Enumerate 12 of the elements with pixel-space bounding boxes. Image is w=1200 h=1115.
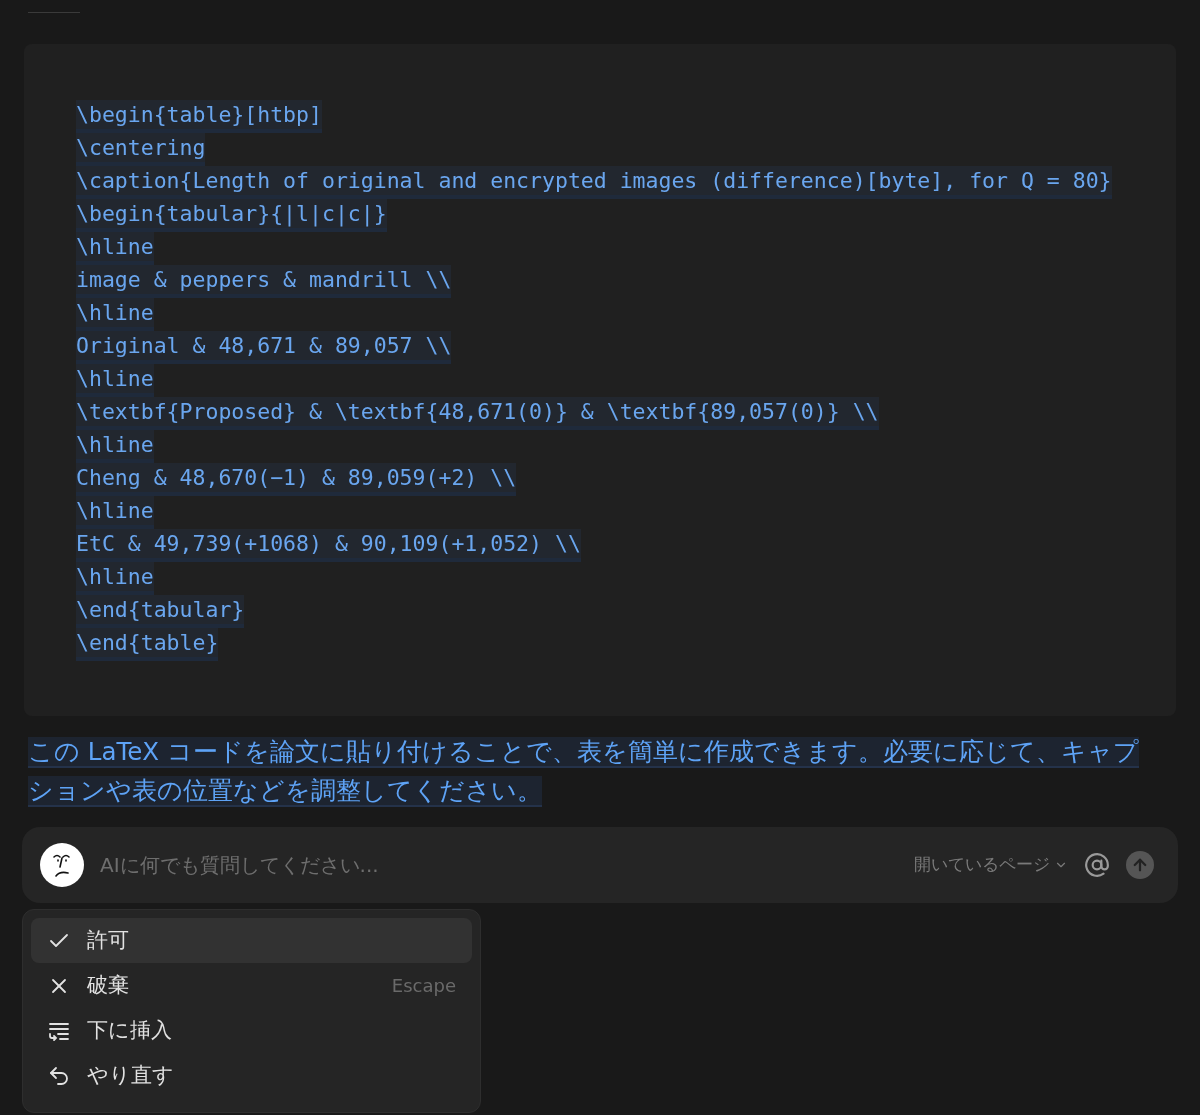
menu-item[interactable]: やり直す (31, 1053, 472, 1098)
context-selector[interactable]: 開いているページ (914, 852, 1068, 878)
menu-item[interactable]: 破棄 Escape (31, 963, 472, 1008)
message-text: この LaTeX コードを論文に貼り付けることで、表を簡単に作成できます。必要に応じて、キャプションや表の位置などを調整してください。 (28, 736, 1140, 809)
prompt-input[interactable]: AIに何でも質問してください... (100, 850, 898, 880)
at-sign-icon (1084, 852, 1110, 878)
menu-item[interactable]: 許可 (31, 918, 472, 963)
mention-button[interactable] (1084, 852, 1110, 878)
menu-item[interactable]: 下に挿入 (31, 1008, 472, 1053)
prompt-bar[interactable]: AIに何でも質問してください... 開いているページ (22, 827, 1178, 903)
face-drawing-icon (51, 852, 73, 878)
shortcut-hint: Escape (391, 974, 456, 998)
